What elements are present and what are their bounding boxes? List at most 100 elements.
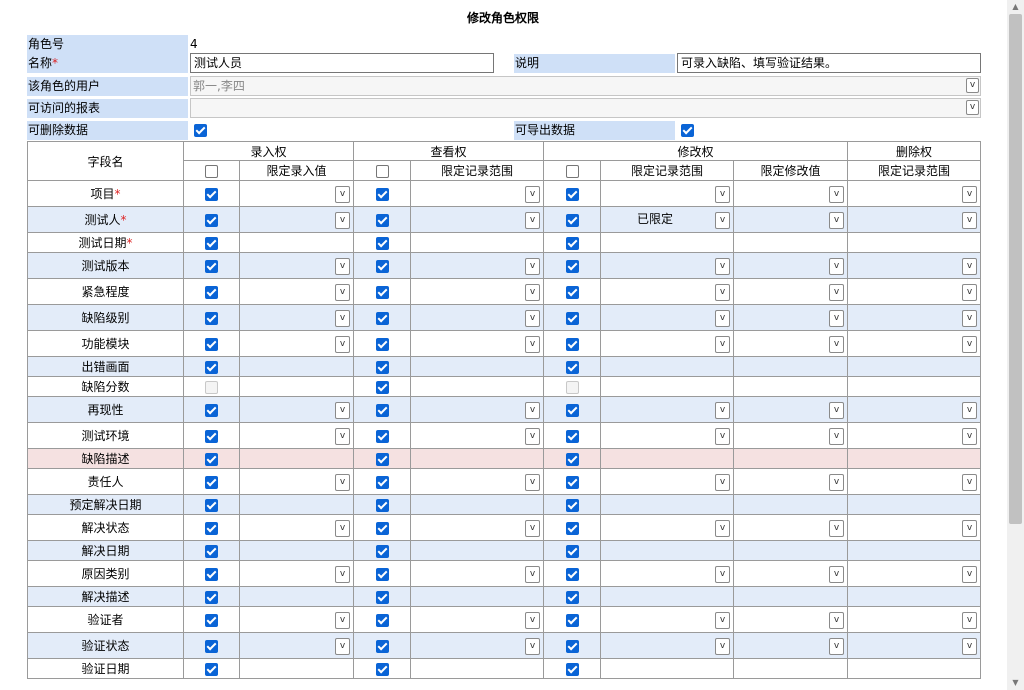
- view-checkbox[interactable]: [375, 187, 389, 201]
- entry-checkbox[interactable]: [205, 521, 218, 535]
- entry-checkbox[interactable]: [205, 213, 218, 227]
- modify-checkbox[interactable]: [565, 360, 579, 374]
- modify-value-select[interactable]: v: [829, 611, 844, 629]
- modify-range-select[interactable]: v: [715, 283, 730, 301]
- view-checkbox[interactable]: [375, 429, 389, 443]
- entry-limit-select[interactable]: v: [335, 519, 350, 537]
- view-range-select[interactable]: v: [525, 185, 540, 203]
- delete-range-select[interactable]: v: [962, 283, 977, 301]
- modify-value-select[interactable]: v: [829, 309, 844, 327]
- modify-range-select[interactable]: v: [715, 427, 730, 445]
- view-range-select[interactable]: v: [525, 611, 540, 629]
- modify-range-select[interactable]: v: [715, 257, 730, 275]
- modify-value-select[interactable]: v: [829, 565, 844, 583]
- view-checkbox[interactable]: [375, 311, 389, 325]
- entry-limit-select[interactable]: v: [335, 565, 350, 583]
- delete-range-select[interactable]: v: [962, 427, 977, 445]
- entry-limit-select[interactable]: v: [335, 427, 350, 445]
- modify-checkbox[interactable]: [565, 567, 579, 581]
- entry-checkbox[interactable]: [205, 498, 218, 512]
- delete-range-select[interactable]: v: [962, 257, 977, 275]
- modify-range-select[interactable]: v: [715, 211, 730, 229]
- entry-checkbox[interactable]: [205, 452, 218, 466]
- view-checkbox[interactable]: [375, 452, 389, 466]
- modify-checkbox[interactable]: [565, 213, 579, 227]
- name-input[interactable]: 测试人员: [190, 53, 494, 73]
- scroll-up-icon[interactable]: ▲: [1007, 0, 1024, 14]
- modify-value-select[interactable]: v: [829, 283, 844, 301]
- view-range-select[interactable]: v: [525, 335, 540, 353]
- modify-range-select[interactable]: v: [715, 185, 730, 203]
- entry-checkbox[interactable]: [205, 187, 218, 201]
- delete-range-select[interactable]: v: [962, 565, 977, 583]
- view-checkbox[interactable]: [375, 613, 389, 627]
- modify-checkbox[interactable]: [565, 639, 579, 653]
- modify-checkbox[interactable]: [565, 475, 579, 489]
- view-range-select[interactable]: v: [525, 565, 540, 583]
- modify-range-select[interactable]: v: [715, 401, 730, 419]
- delete-range-select[interactable]: v: [962, 401, 977, 419]
- entry-limit-select[interactable]: v: [335, 401, 350, 419]
- modify-range-select[interactable]: v: [715, 637, 730, 655]
- modify-checkbox[interactable]: [565, 544, 579, 558]
- view-checkbox[interactable]: [375, 521, 389, 535]
- modify-checkbox[interactable]: [565, 403, 579, 417]
- view-range-select[interactable]: v: [525, 309, 540, 327]
- modify-range-select[interactable]: v: [715, 565, 730, 583]
- modify-checkbox[interactable]: [565, 259, 579, 273]
- entry-checkbox[interactable]: [205, 360, 218, 374]
- entry-checkbox[interactable]: [205, 567, 218, 581]
- view-range-select[interactable]: v: [525, 211, 540, 229]
- modify-value-select[interactable]: v: [829, 185, 844, 203]
- view-range-select[interactable]: v: [525, 519, 540, 537]
- view-range-select[interactable]: v: [525, 283, 540, 301]
- modify-checkbox[interactable]: [565, 236, 579, 250]
- entry-checkbox[interactable]: [205, 475, 218, 489]
- modify-value-select[interactable]: v: [829, 401, 844, 419]
- entry-limit-select[interactable]: v: [335, 283, 350, 301]
- modify-checkbox[interactable]: [565, 452, 579, 466]
- entry-limit-select[interactable]: v: [335, 257, 350, 275]
- view-range-select[interactable]: v: [525, 637, 540, 655]
- view-all-checkbox[interactable]: [375, 164, 389, 178]
- vertical-scrollbar[interactable]: ▲ ▼: [1007, 0, 1024, 690]
- delete-range-select[interactable]: v: [962, 211, 977, 229]
- modify-checkbox[interactable]: [565, 285, 579, 299]
- entry-checkbox[interactable]: [205, 613, 218, 627]
- view-range-select[interactable]: v: [525, 427, 540, 445]
- view-checkbox[interactable]: [375, 498, 389, 512]
- view-checkbox[interactable]: [375, 475, 389, 489]
- entry-limit-select[interactable]: v: [335, 473, 350, 491]
- entry-all-checkbox[interactable]: [205, 164, 218, 178]
- entry-checkbox[interactable]: [205, 337, 218, 351]
- entry-limit-select[interactable]: v: [335, 309, 350, 327]
- modify-value-select[interactable]: v: [829, 211, 844, 229]
- modify-range-select[interactable]: v: [715, 335, 730, 353]
- view-checkbox[interactable]: [375, 360, 389, 374]
- modify-checkbox[interactable]: [565, 590, 579, 604]
- view-checkbox[interactable]: [375, 236, 389, 250]
- modify-value-select[interactable]: v: [829, 427, 844, 445]
- view-checkbox[interactable]: [375, 590, 389, 604]
- entry-checkbox[interactable]: [205, 544, 218, 558]
- view-checkbox[interactable]: [375, 544, 389, 558]
- entry-checkbox[interactable]: [205, 429, 218, 443]
- view-range-select[interactable]: v: [525, 473, 540, 491]
- view-checkbox[interactable]: [375, 662, 389, 676]
- modify-range-select[interactable]: v: [715, 309, 730, 327]
- view-checkbox[interactable]: [375, 213, 389, 227]
- view-checkbox[interactable]: [375, 285, 389, 299]
- modify-checkbox[interactable]: [565, 521, 579, 535]
- entry-checkbox[interactable]: [205, 590, 218, 604]
- reports-select[interactable]: v: [190, 98, 981, 118]
- modify-range-select[interactable]: v: [715, 611, 730, 629]
- delete-range-select[interactable]: v: [962, 309, 977, 327]
- entry-limit-select[interactable]: v: [335, 611, 350, 629]
- modify-checkbox[interactable]: [565, 311, 579, 325]
- modify-checkbox[interactable]: [565, 337, 579, 351]
- delete-range-select[interactable]: v: [962, 473, 977, 491]
- view-checkbox[interactable]: [375, 403, 389, 417]
- modify-range-select[interactable]: v: [715, 473, 730, 491]
- modify-checkbox[interactable]: [565, 613, 579, 627]
- entry-checkbox[interactable]: [205, 403, 218, 417]
